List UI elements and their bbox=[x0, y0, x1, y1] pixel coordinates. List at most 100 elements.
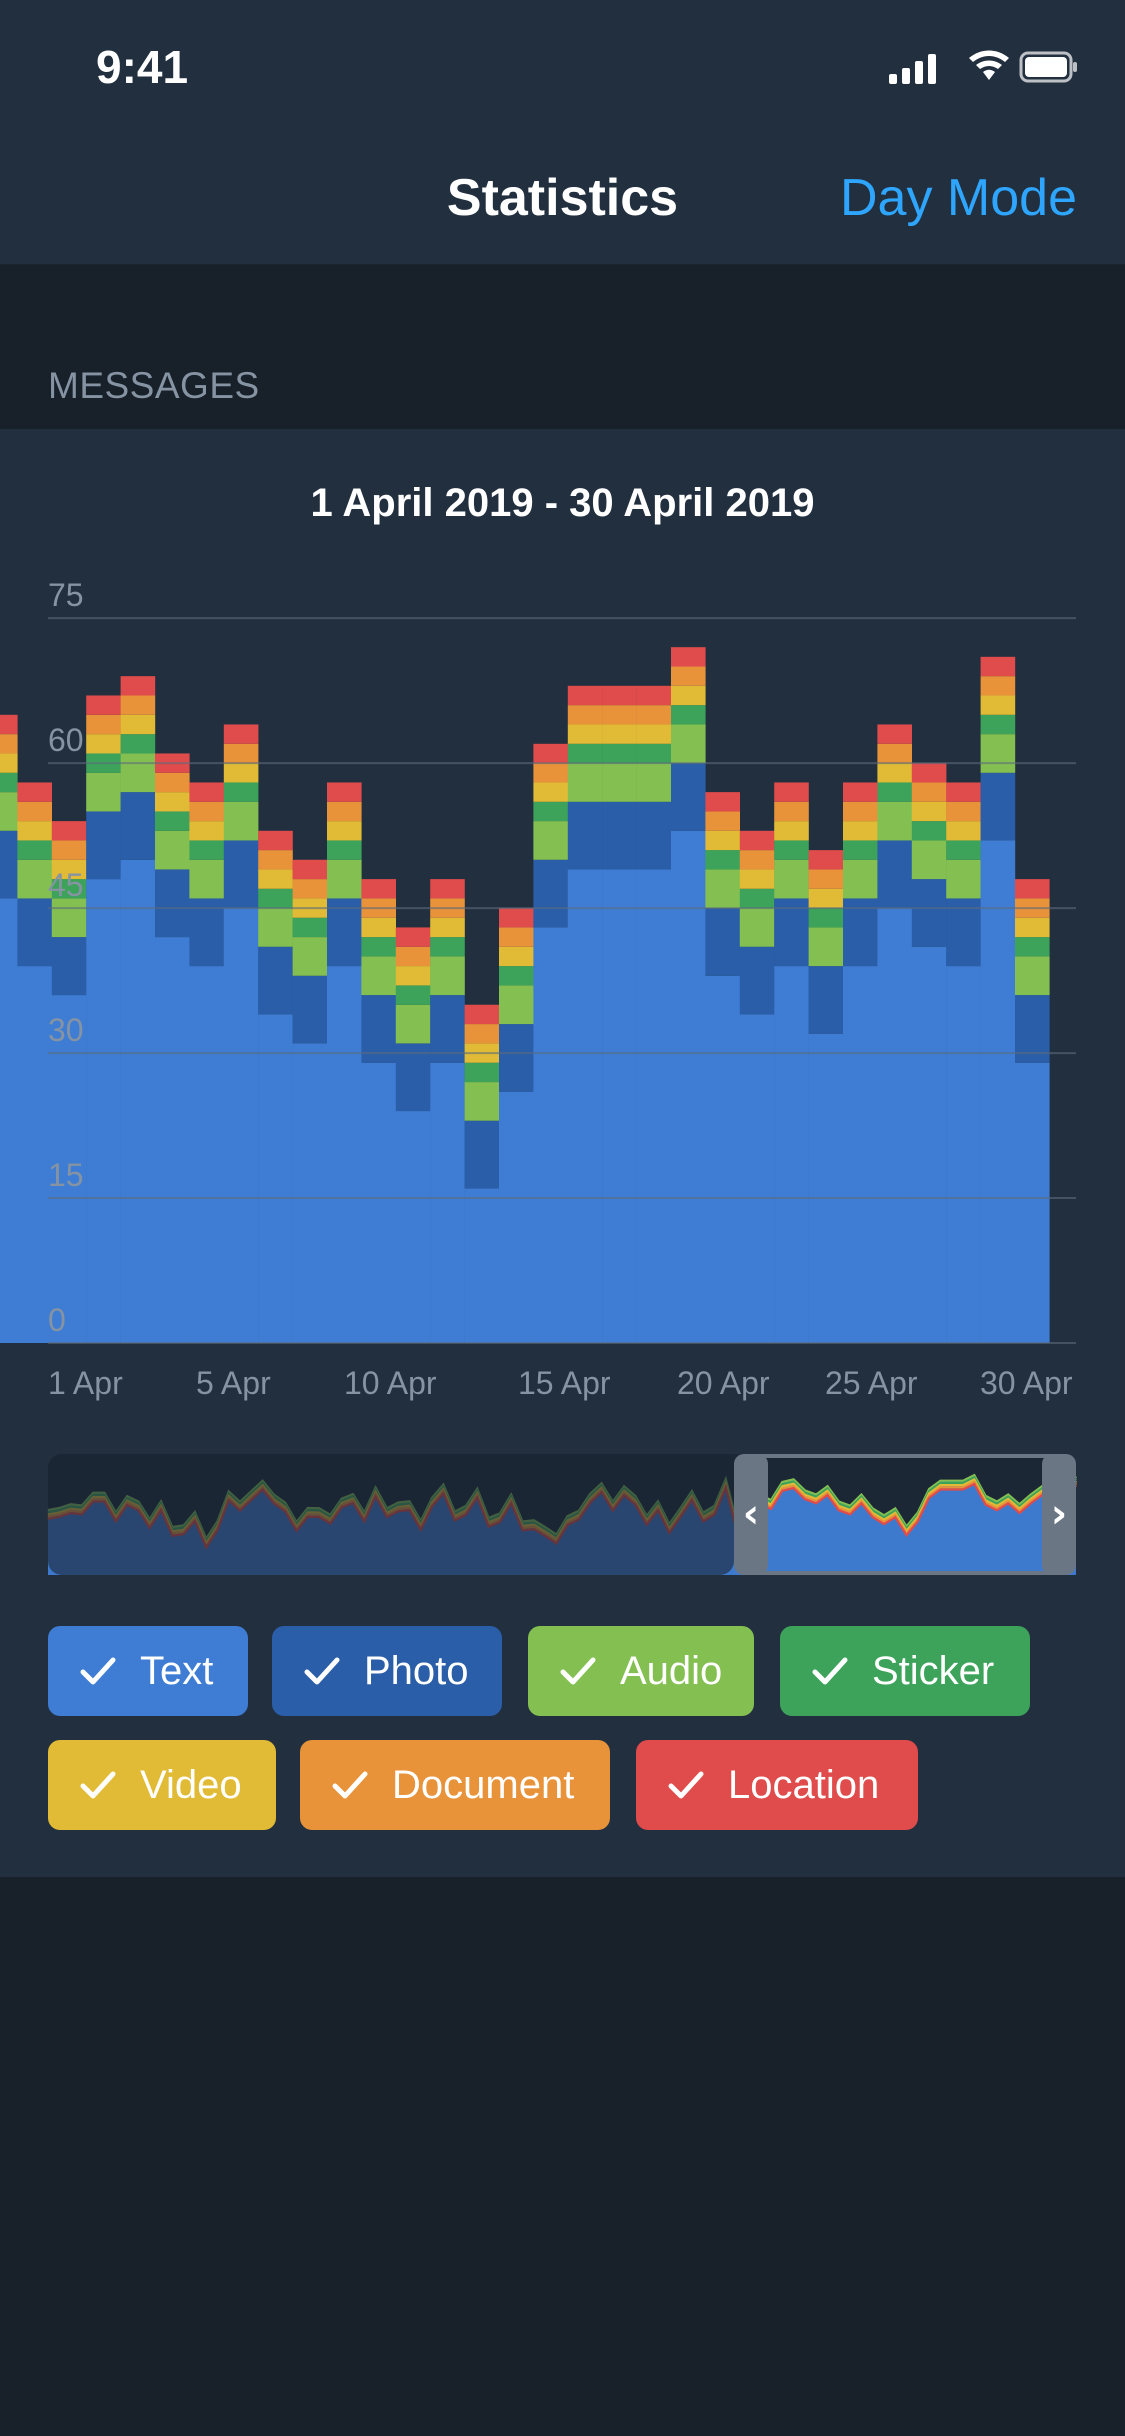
bar-video bbox=[155, 792, 190, 812]
y-tick-label: 45 bbox=[48, 867, 84, 903]
bar-photo bbox=[808, 966, 844, 1034]
bar-document bbox=[120, 695, 156, 715]
check-icon bbox=[80, 1771, 116, 1799]
bar-audio bbox=[739, 908, 775, 947]
bar-document bbox=[602, 705, 637, 725]
bar-audio bbox=[705, 869, 740, 909]
bar-photo bbox=[51, 937, 87, 996]
bar-document bbox=[739, 850, 775, 870]
filter-photo[interactable]: Photo bbox=[272, 1626, 502, 1716]
bar-text bbox=[774, 966, 809, 1343]
bar-text bbox=[0, 898, 18, 1343]
bar-sticker bbox=[464, 1062, 500, 1083]
filter-sticker[interactable]: Sticker bbox=[780, 1626, 1030, 1716]
bar-video bbox=[774, 821, 809, 841]
bar-text bbox=[86, 879, 121, 1343]
chart-card: 1 April 2019 - 30 April 2019 0 15 30 45 60 75… bbox=[0, 429, 1125, 1877]
bar-document bbox=[843, 801, 878, 822]
bar-location bbox=[671, 647, 706, 667]
empty-background bbox=[0, 1877, 1125, 2436]
bar-photo bbox=[120, 792, 156, 860]
bar-video bbox=[911, 801, 947, 822]
bar-location bbox=[877, 724, 912, 744]
bar-sticker bbox=[808, 908, 844, 928]
bar-audio bbox=[843, 859, 878, 899]
bar-document bbox=[223, 743, 259, 764]
filter-audio[interactable]: Audio bbox=[528, 1626, 754, 1716]
bar-location bbox=[533, 743, 568, 764]
bar-document bbox=[51, 840, 87, 860]
bar-sticker bbox=[430, 937, 465, 957]
bar-location bbox=[1015, 879, 1050, 899]
bar-photo bbox=[980, 772, 1016, 841]
messages-chart[interactable]: 0 15 30 45 60 75 1 Apr 5 Apr 10 Apr 15 Apr 20 Apr 2… bbox=[0, 429, 1125, 1609]
bar-location bbox=[911, 763, 947, 783]
x-tick-label: 25 Apr bbox=[825, 1365, 918, 1401]
bar-document bbox=[980, 676, 1016, 696]
bar-location bbox=[327, 782, 362, 802]
bar-location bbox=[980, 656, 1016, 677]
bar-text bbox=[533, 927, 568, 1343]
bar-video bbox=[843, 821, 878, 841]
filter-document[interactable]: Document bbox=[300, 1740, 610, 1830]
bar-text bbox=[739, 1014, 775, 1343]
filter-label: Photo bbox=[364, 1648, 469, 1693]
bar-audio bbox=[499, 985, 534, 1025]
bar-sticker bbox=[395, 985, 431, 1005]
bar-audio bbox=[430, 956, 465, 996]
bar-text bbox=[808, 1033, 844, 1343]
bar-video bbox=[980, 695, 1016, 715]
x-tick-label: 30 Apr bbox=[980, 1365, 1073, 1401]
bar-sticker bbox=[292, 917, 328, 938]
filter-location[interactable]: Location bbox=[636, 1740, 918, 1830]
status-bar: 9:41 bbox=[0, 0, 1125, 132]
bar-sticker bbox=[602, 743, 637, 764]
bar-audio bbox=[636, 763, 672, 802]
x-tick-label: 10 Apr bbox=[344, 1365, 437, 1401]
bar-document bbox=[636, 705, 672, 725]
navigation-bar: Statistics Day Mode bbox=[0, 132, 1125, 265]
bar-location bbox=[499, 908, 534, 928]
bar-sticker bbox=[567, 743, 603, 764]
bar-sticker bbox=[671, 705, 706, 725]
bar-sticker bbox=[1015, 937, 1050, 957]
bar-location bbox=[17, 782, 52, 802]
bar-video bbox=[636, 724, 672, 744]
bar-sticker bbox=[155, 811, 190, 831]
bar-text bbox=[327, 966, 362, 1343]
bar-video bbox=[671, 685, 706, 706]
bar-text bbox=[946, 966, 981, 1343]
bar-document bbox=[946, 801, 981, 822]
bar-sticker bbox=[120, 734, 156, 754]
bar-sticker bbox=[17, 840, 52, 860]
range-navigator[interactable]: ‹ › bbox=[47, 1454, 1077, 1575]
bar-location bbox=[602, 685, 637, 706]
bar-video bbox=[189, 821, 224, 841]
x-tick-label: 1 Apr bbox=[48, 1365, 123, 1401]
filter-video[interactable]: Video bbox=[48, 1740, 276, 1830]
navigator-dim-left bbox=[48, 1454, 734, 1575]
y-tick-label: 30 bbox=[48, 1012, 84, 1048]
filter-text[interactable]: Text bbox=[48, 1626, 248, 1716]
bar-location bbox=[843, 782, 878, 802]
bar-document bbox=[567, 705, 603, 725]
bar-audio bbox=[223, 801, 259, 841]
y-tick-label: 75 bbox=[48, 577, 84, 613]
bar-video bbox=[739, 869, 775, 889]
bar-document bbox=[774, 801, 809, 822]
bar-text bbox=[292, 1043, 328, 1343]
bar-video bbox=[0, 753, 18, 773]
bar-audio bbox=[567, 763, 603, 802]
day-mode-button[interactable]: Day Mode bbox=[840, 168, 1077, 228]
bar-location bbox=[739, 830, 775, 851]
bar-text bbox=[223, 908, 259, 1343]
bar-photo bbox=[602, 801, 637, 870]
check-icon bbox=[332, 1771, 368, 1799]
y-tick-label: 15 bbox=[48, 1157, 84, 1193]
bar-photo bbox=[499, 1024, 534, 1092]
bar-video bbox=[499, 946, 534, 967]
bar-audio bbox=[0, 792, 18, 831]
bar-sticker bbox=[499, 966, 534, 986]
bar-video bbox=[120, 714, 156, 735]
filter-label: Text bbox=[140, 1648, 214, 1693]
